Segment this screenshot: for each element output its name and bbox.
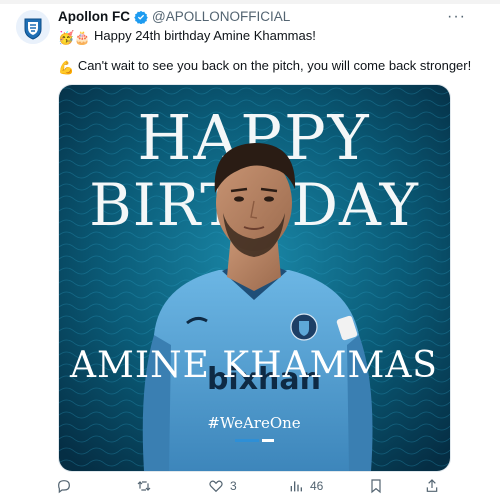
analytics-icon [290,481,302,492]
views-count: 46 [310,479,324,493]
like-count: 3 [230,479,237,493]
hashtag: #WeAreOne [207,414,300,432]
birthday-graphic: HAPPY BIRTHDAY [59,85,450,471]
author-name[interactable]: Apollon FC [58,9,130,24]
party-cake-emoji: 🥳🎂 [58,30,91,45]
tweet-text-line-2: 💪 Can't wait to see you back on the pitc… [58,58,471,76]
author-handle[interactable]: @APOLLONOFFICIAL [152,9,290,24]
retweet-icon [137,481,151,491]
tweet-text-support: Can't wait to see you back on the pitch,… [77,58,472,73]
like-button[interactable]: 3 [208,478,237,494]
share-icon [426,479,438,492]
tweet-text-birthday: Happy 24th birthday Amine Khammas! [94,28,316,43]
tweet-actions-bar: 3 46 [56,478,456,498]
indicator-active [235,439,259,442]
indicator-inactive [262,439,274,442]
views-button[interactable]: 46 [288,478,323,494]
apollon-logo-icon [16,10,50,44]
verified-badge-icon [134,10,148,24]
bookmark-button[interactable] [368,478,384,494]
previous-tweet-edge [0,0,500,4]
bookmark-icon [371,479,381,494]
share-button[interactable] [424,478,440,494]
reply-icon [58,480,70,494]
tweet-media-image[interactable]: HAPPY BIRTHDAY [58,84,451,472]
reply-button[interactable] [56,478,78,494]
more-options-icon[interactable]: ··· [447,8,466,26]
avatar[interactable] [16,10,50,44]
player-name: AMINE KHAMMAS [69,345,438,386]
heart-icon [209,480,223,493]
tweet-header: Apollon FC @APOLLONOFFICIAL [58,9,290,24]
flexed-biceps-emoji: 💪 [58,60,75,75]
tweet-text-line-1: 🥳🎂 Happy 24th birthday Amine Khammas! [58,28,316,46]
retweet-button[interactable] [136,478,158,494]
